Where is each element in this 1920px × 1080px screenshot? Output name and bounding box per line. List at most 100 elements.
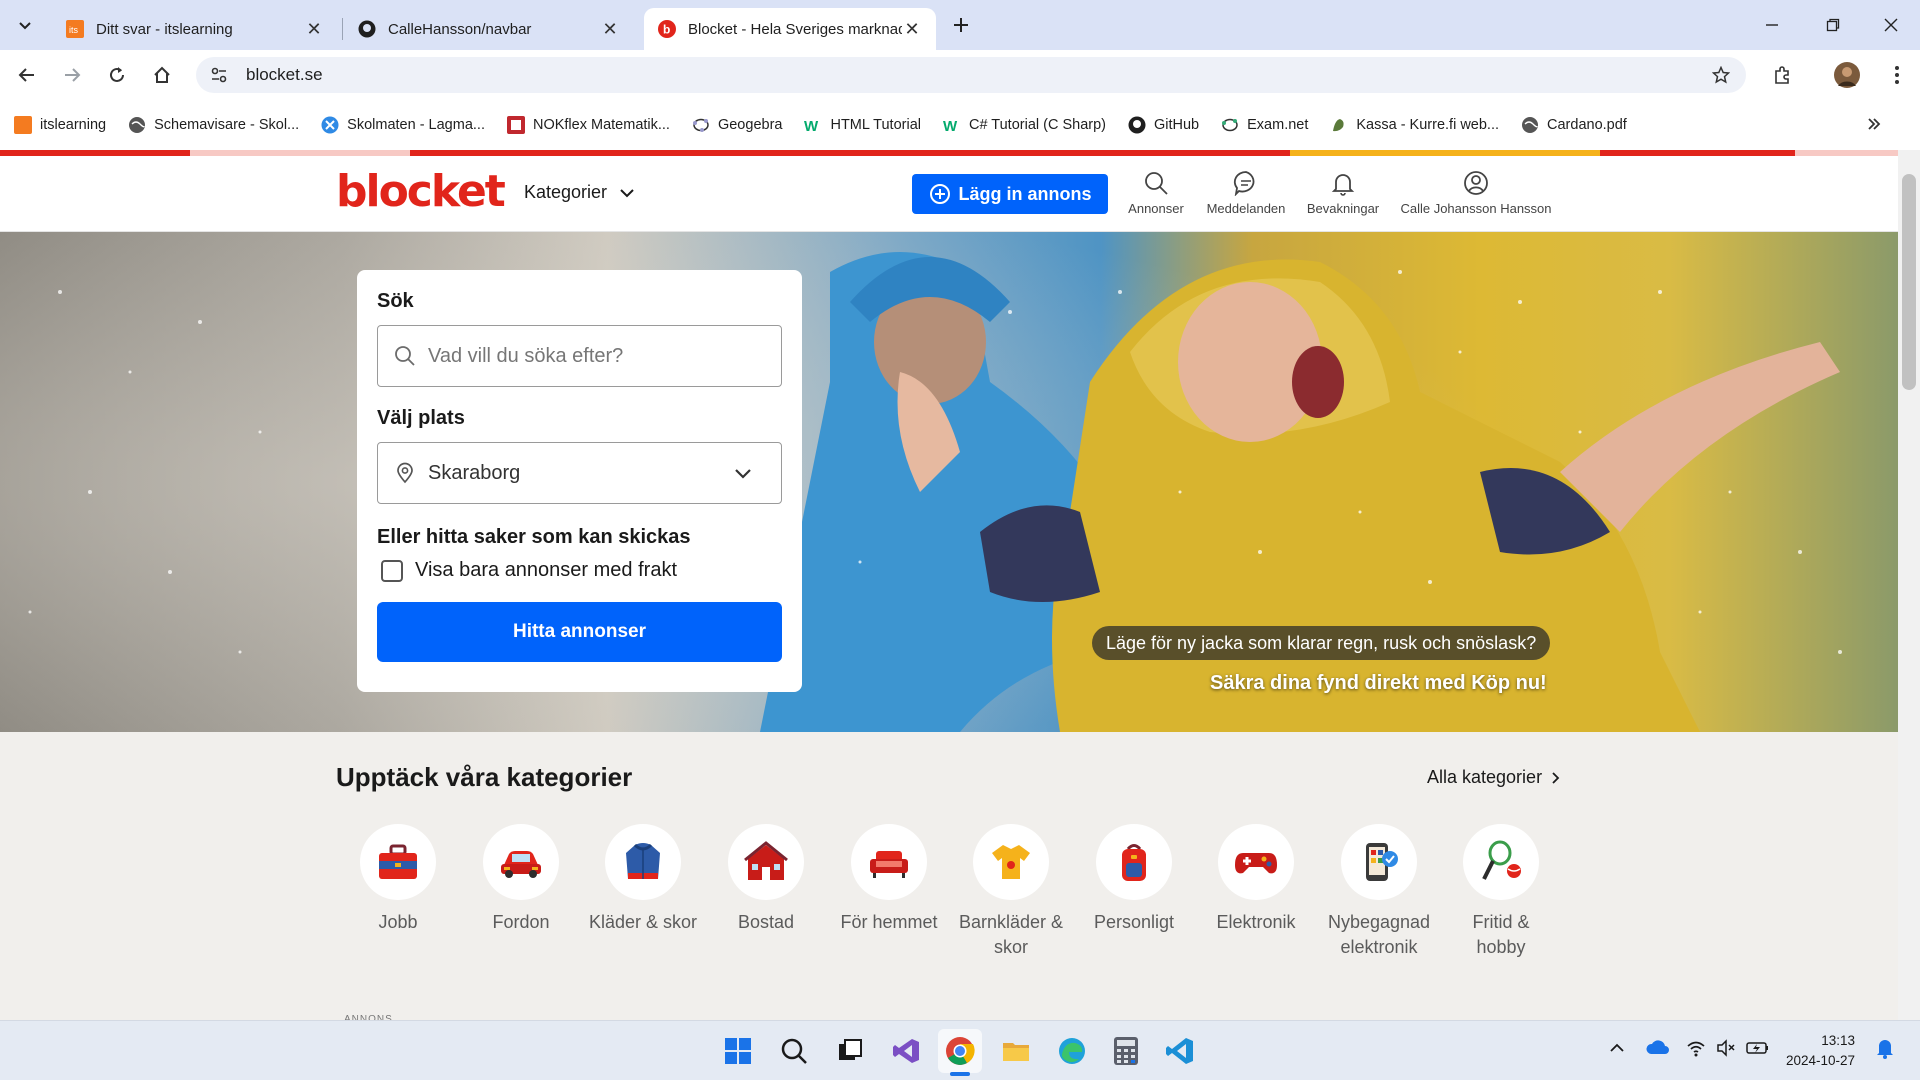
hero-image <box>0 232 1898 732</box>
post-ad-button[interactable]: Lägg in annons <box>912 174 1108 214</box>
restore-button[interactable] <box>1816 8 1850 42</box>
edge-app[interactable] <box>1050 1029 1094 1073</box>
category-item[interactable]: Barnkläder & skor <box>956 824 1066 960</box>
chrome-app[interactable] <box>938 1029 982 1073</box>
more-bookmarks-button[interactable] <box>1866 116 1882 132</box>
home-button[interactable] <box>145 58 179 92</box>
new-tab-button[interactable] <box>944 8 978 42</box>
bookmark-item[interactable]: Skolmaten - Lagma... <box>321 116 485 134</box>
bookmark-item[interactable]: W HTML Tutorial <box>804 116 921 134</box>
forward-button[interactable] <box>55 58 89 92</box>
visual-studio-app[interactable] <box>884 1029 928 1073</box>
nav-profile[interactable]: Calle Johansson Hansson <box>1396 170 1556 216</box>
nav-watchlist[interactable]: Bevakningar <box>1303 170 1383 216</box>
github-icon <box>358 20 376 38</box>
category-item[interactable]: Kläder & skor <box>588 824 698 935</box>
all-categories-link[interactable]: Alla kategorier <box>1427 767 1560 788</box>
back-button[interactable] <box>10 58 44 92</box>
category-item[interactable]: Jobb <box>343 824 453 935</box>
browser-tab-active[interactable]: b Blocket - Hela Sveriges marknad ✕ <box>644 8 936 50</box>
briefcase-icon <box>379 844 417 879</box>
volume-tray-icon[interactable] <box>1716 1039 1736 1057</box>
windows-taskbar: 13:13 2024-10-27 <box>0 1020 1920 1080</box>
close-icon[interactable]: ✕ <box>902 19 922 39</box>
find-ads-button[interactable]: Hitta annonser <box>377 602 782 662</box>
bookmark-item[interactable]: Schemavisare - Skol... <box>128 116 299 134</box>
avatar-icon <box>1834 62 1860 88</box>
category-item[interactable]: Fordon <box>466 824 576 935</box>
notifications-button[interactable] <box>1876 1037 1894 1059</box>
bookmark-item[interactable]: itslearning <box>14 116 106 134</box>
vscode-app[interactable] <box>1158 1029 1202 1073</box>
battery-tray-icon[interactable] <box>1746 1039 1770 1057</box>
close-icon[interactable]: ✕ <box>600 19 620 39</box>
promo-link[interactable]: Säkra dina fynd direkt med Köp nu! <box>1210 672 1547 695</box>
category-label: Nybegagnad elektronik <box>1327 912 1431 957</box>
scrollbar-thumb[interactable] <box>1902 174 1916 390</box>
shipping-checkbox[interactable] <box>381 559 403 582</box>
category-item[interactable]: Bostad <box>711 824 821 935</box>
nav-ads[interactable]: Annonser <box>1124 170 1188 216</box>
chevron-down-icon <box>19 22 31 30</box>
svg-text:b: b <box>663 23 670 37</box>
bookmark-item[interactable]: W C# Tutorial (C Sharp) <box>943 116 1106 134</box>
category-item[interactable]: Nybegagnad elektronik <box>1324 824 1434 960</box>
file-explorer-app[interactable] <box>994 1029 1038 1073</box>
calculator-app[interactable] <box>1104 1029 1148 1073</box>
clock-date: 2024-10-27 <box>1786 1053 1856 1068</box>
location-select[interactable]: Skaraborg <box>377 442 782 504</box>
category-label: Bostad <box>737 912 795 932</box>
edge-icon <box>1059 1038 1085 1064</box>
browser-menu-button[interactable] <box>1880 58 1914 92</box>
star-icon[interactable] <box>1712 66 1730 84</box>
bookmark-item[interactable]: Exam.net <box>1221 116 1308 134</box>
browser-tab[interactable]: CalleHansson/navbar ✕ <box>344 8 634 50</box>
bookmark-item[interactable]: NOKflex Matematik... <box>506 116 670 134</box>
onedrive-tray-icon[interactable] <box>1646 1039 1670 1057</box>
site-settings-icon[interactable] <box>210 66 228 84</box>
bookmark-item[interactable]: Geogebra <box>692 116 782 134</box>
promo-text: Läge för ny jacka som klarar regn, rusk … <box>1092 626 1551 660</box>
categories-dropdown[interactable]: Kategorier <box>524 182 635 203</box>
home-icon <box>154 66 170 83</box>
taskbar-clock[interactable]: 13:13 2024-10-27 <box>1786 1031 1855 1071</box>
browser-tab[interactable]: its Ditt svar - itslearning ✕ <box>52 8 338 50</box>
close-window-button[interactable] <box>1874 8 1908 42</box>
exam-net-icon <box>1222 118 1238 132</box>
chevron-up-icon <box>1610 1043 1624 1052</box>
search-input[interactable]: Vad vill du söka efter? <box>377 325 782 387</box>
minimize-button[interactable] <box>1755 8 1789 42</box>
blocket-logo[interactable]: blocket <box>336 166 506 217</box>
profile-avatar[interactable] <box>1830 58 1864 92</box>
tab-search-button[interactable] <box>8 8 42 42</box>
nav-messages[interactable]: Meddelanden <box>1200 170 1292 216</box>
category-label: Fritid & hobby <box>1472 912 1530 957</box>
all-categories-label: Alla kategorier <box>1427 767 1543 787</box>
taskbar-search-button[interactable] <box>772 1029 816 1073</box>
category-item[interactable]: Elektronik <box>1201 824 1311 935</box>
category-item[interactable]: Personligt <box>1079 824 1189 935</box>
address-bar[interactable]: blocket.se <box>196 57 1746 93</box>
start-button[interactable] <box>716 1029 760 1073</box>
reload-button[interactable] <box>100 58 134 92</box>
extensions-button[interactable] <box>1765 58 1799 92</box>
category-item[interactable]: För hemmet <box>834 824 944 935</box>
bookmark-item[interactable]: GitHub <box>1128 116 1199 134</box>
category-item[interactable]: Fritid & hobby <box>1446 824 1556 960</box>
bookmark-label: Kassa - Kurre.fi web... <box>1356 117 1500 133</box>
show-hidden-icons-button[interactable] <box>1608 1039 1626 1057</box>
bookmark-item[interactable]: Cardano.pdf <box>1521 116 1627 134</box>
task-view-button[interactable] <box>828 1029 872 1073</box>
search-placeholder: Vad vill du söka efter? <box>428 344 624 367</box>
calculator-icon <box>1114 1037 1138 1065</box>
volume-muted-icon <box>1717 1039 1735 1057</box>
bookmark-item[interactable]: Kassa - Kurre.fi web... <box>1330 116 1499 134</box>
page-scrollbar[interactable] <box>1898 150 1920 1020</box>
search-icon <box>1145 172 1168 195</box>
bookmark-label: Schemavisare - Skol... <box>154 117 300 133</box>
close-icon[interactable]: ✕ <box>304 19 324 39</box>
shipping-option[interactable]: Visa bara annonser med frakt <box>377 559 782 582</box>
wifi-tray-icon[interactable] <box>1686 1039 1706 1057</box>
windows-start-icon <box>725 1038 751 1064</box>
wifi-icon <box>1687 1041 1705 1057</box>
